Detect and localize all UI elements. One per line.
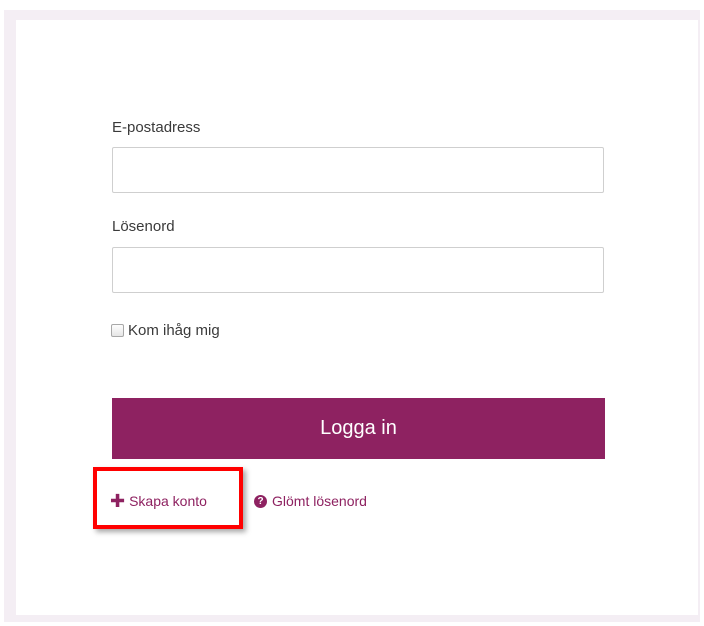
forgot-password-label: Glömt lösenord (272, 493, 367, 509)
highlight-box (93, 467, 243, 529)
login-button[interactable]: Logga in (112, 398, 605, 459)
remember-me[interactable]: Kom ihåg mig (111, 320, 220, 340)
question-circle-icon: ? (254, 494, 267, 508)
remember-checkbox[interactable] (111, 323, 124, 337)
forgot-password-link[interactable]: ? Glömt lösenord (254, 491, 367, 511)
email-label: E-postadress (112, 119, 201, 136)
remember-label: Kom ihåg mig (128, 321, 220, 339)
password-field[interactable] (112, 247, 604, 293)
email-field[interactable] (112, 147, 604, 193)
password-label: Lösenord (112, 218, 175, 235)
